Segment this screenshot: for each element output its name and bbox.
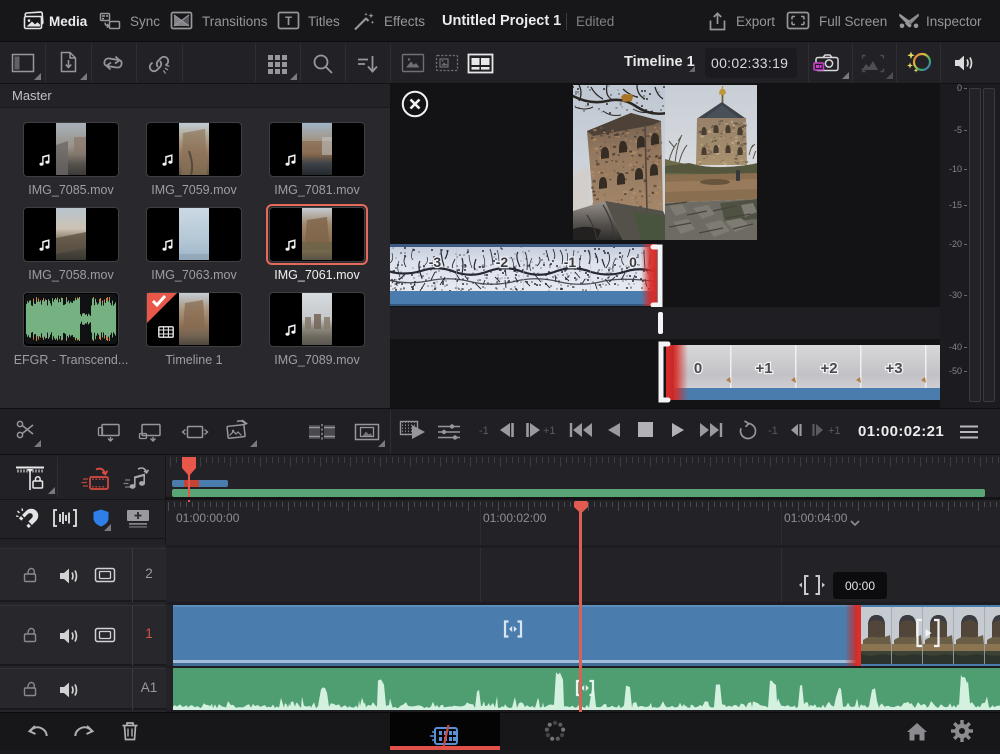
svg-text:0: 0 [629, 254, 637, 270]
svg-text:+1: +1 [755, 360, 772, 377]
svg-text:0: 0 [694, 360, 702, 377]
svg-text:+3: +3 [885, 360, 902, 377]
svg-text:-1: -1 [564, 254, 577, 270]
svg-text:+2: +2 [820, 360, 837, 377]
svg-text:-2: -2 [496, 254, 509, 270]
svg-text:T: T [285, 16, 292, 28]
svg-text:-3: -3 [429, 254, 442, 270]
